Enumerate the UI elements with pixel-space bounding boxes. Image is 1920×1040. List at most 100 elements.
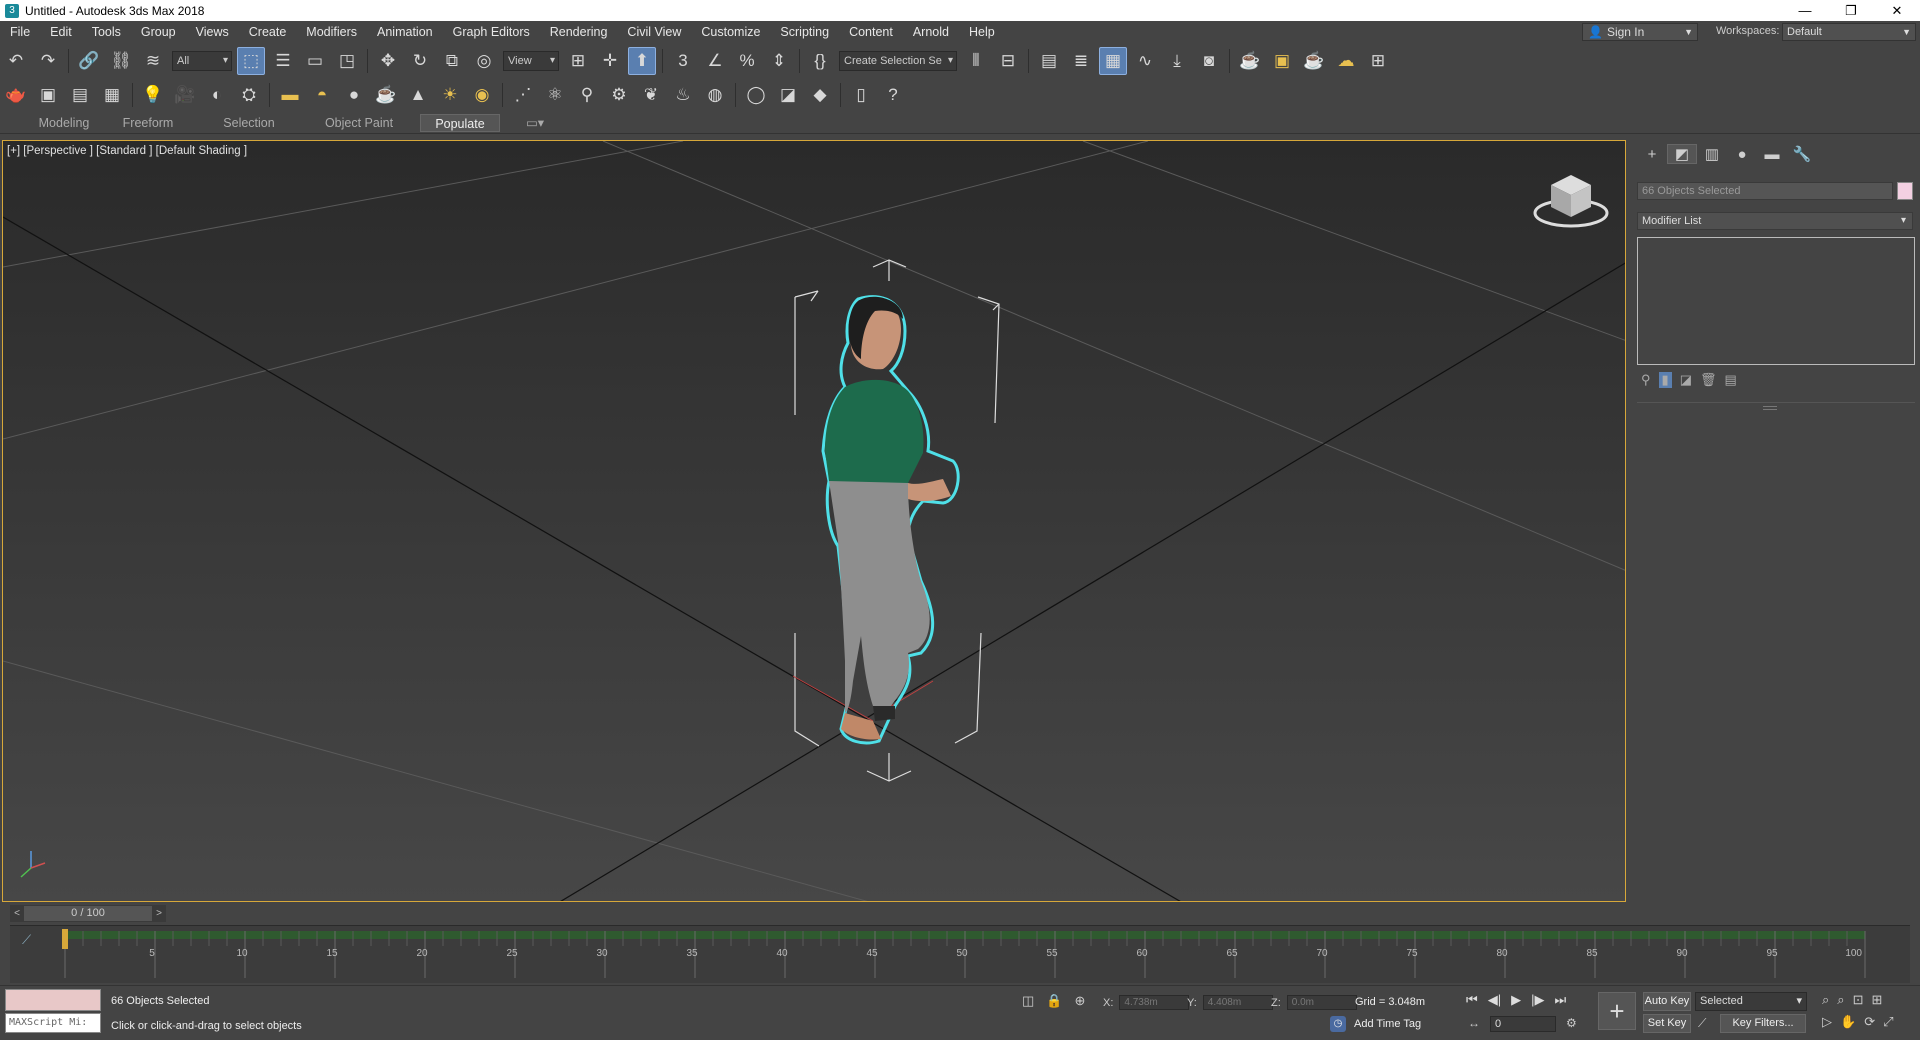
- open-a360-gallery-icon[interactable]: ⊞: [1364, 47, 1392, 75]
- menu-help[interactable]: Help: [959, 25, 1005, 39]
- material-editor-icon[interactable]: ◙: [1195, 47, 1223, 75]
- menu-arnold[interactable]: Arnold: [903, 25, 959, 39]
- select-by-name-icon[interactable]: ☰: [269, 47, 297, 75]
- menu-customize[interactable]: Customize: [691, 25, 770, 39]
- select-object-icon[interactable]: ⬚: [237, 47, 265, 75]
- select-and-rotate-icon[interactable]: ↻: [406, 47, 434, 75]
- modifier-stack[interactable]: [1637, 237, 1915, 365]
- menu-graph-editors[interactable]: Graph Editors: [443, 25, 540, 39]
- render-frame-icon[interactable]: ▣: [34, 81, 62, 109]
- undo-icon[interactable]: ↶: [2, 47, 30, 75]
- time-slider[interactable]: < 0 / 100 >: [10, 905, 166, 922]
- perspective-viewport[interactable]: [+] [Perspective ] [Standard ] [Default …: [2, 140, 1626, 902]
- set-key-button[interactable]: Set Key: [1643, 1014, 1691, 1033]
- help-icon[interactable]: ?: [879, 81, 907, 109]
- current-frame-marker[interactable]: [62, 929, 68, 949]
- previous-frame-icon[interactable]: ◀|: [1488, 992, 1501, 1008]
- teapot-primitive-icon[interactable]: ☕: [372, 81, 400, 109]
- helper-icon[interactable]: ◐: [203, 81, 231, 109]
- menu-scripting[interactable]: Scripting: [770, 25, 839, 39]
- select-and-move-icon[interactable]: ✥: [374, 47, 402, 75]
- render-to-texture-icon[interactable]: ◪: [774, 81, 802, 109]
- z-field[interactable]: 0.0m: [1286, 995, 1357, 1010]
- percent-snap-icon[interactable]: %: [733, 47, 761, 75]
- bind-to-space-warp-icon[interactable]: ≋: [139, 47, 167, 75]
- document-icon[interactable]: ▯: [847, 81, 875, 109]
- select-manipulate-icon[interactable]: ✛: [596, 47, 624, 75]
- align-icon[interactable]: ⊟: [994, 47, 1022, 75]
- menu-modifiers[interactable]: Modifiers: [296, 25, 367, 39]
- tab-modeling[interactable]: Modeling: [28, 114, 100, 132]
- isolate-selection-icon[interactable]: ◫: [1022, 993, 1034, 1009]
- motion-tab-icon[interactable]: ●: [1727, 146, 1757, 163]
- panel-grip-handle[interactable]: [1763, 406, 1777, 410]
- scene-explorer-icon[interactable]: ▤: [1035, 47, 1063, 75]
- auto-key-button[interactable]: Auto Key: [1643, 992, 1691, 1011]
- current-frame-field[interactable]: 0: [1490, 1016, 1556, 1032]
- tab-object-paint[interactable]: Object Paint: [314, 114, 404, 132]
- mirror-icon[interactable]: ⫴: [962, 47, 990, 75]
- sun-icon[interactable]: ☀: [436, 81, 464, 109]
- curve-editor-icon[interactable]: ∿: [1131, 47, 1159, 75]
- default-in-out-tangents-icon[interactable]: ⟋: [1698, 1016, 1706, 1031]
- track-bar[interactable]: ⟋ 5 10 15 20 25 30 35 40 45 50 55 60 65 70 75 80 85 90 95 1…: [10, 925, 1910, 983]
- absolute-mode-icon[interactable]: ⊕: [1074, 993, 1085, 1009]
- character-figure[interactable]: [821, 295, 960, 745]
- hierarchy-tab-icon[interactable]: ▥: [1697, 145, 1727, 163]
- render-production-icon[interactable]: ☕: [1300, 47, 1328, 75]
- zoom-extents-all-icon[interactable]: ⊞: [1871, 992, 1882, 1008]
- particle-flow-icon[interactable]: ⛭: [235, 81, 263, 109]
- layer-manager-icon[interactable]: ▤: [66, 81, 94, 109]
- maxscript-mini-listener[interactable]: MAXScript Mi:: [5, 1013, 101, 1033]
- play-icon[interactable]: ▶: [1511, 992, 1521, 1008]
- viewcube-icon[interactable]: [1533, 175, 1609, 228]
- set-keys-button[interactable]: +: [1598, 992, 1636, 1030]
- selection-filter-dropdown[interactable]: All: [172, 51, 232, 71]
- create-tab-icon[interactable]: +: [1637, 146, 1667, 163]
- go-to-start-icon[interactable]: ⏮: [1466, 992, 1478, 1008]
- select-and-scale-icon[interactable]: ⧉: [438, 47, 466, 75]
- minimize-button[interactable]: —: [1782, 3, 1828, 19]
- time-slider-value[interactable]: 0 / 100: [24, 906, 152, 921]
- time-slider-next[interactable]: >: [152, 908, 166, 919]
- close-button[interactable]: ✕: [1874, 3, 1920, 19]
- restore-button[interactable]: ❐: [1828, 3, 1874, 19]
- viewport-label[interactable]: [+] [Perspective ] [Standard ] [Default …: [7, 145, 247, 157]
- next-frame-icon[interactable]: |▶: [1531, 992, 1544, 1008]
- angle-snap-icon[interactable]: ∠: [701, 47, 729, 75]
- named-selection-set-dropdown[interactable]: Create Selection Se: [839, 51, 957, 71]
- pan-view-icon[interactable]: ✋: [1840, 1014, 1856, 1030]
- select-and-place-icon[interactable]: ◎: [470, 47, 498, 75]
- hair-fur-icon[interactable]: ♨: [669, 81, 697, 109]
- render-in-cloud-icon[interactable]: ☁: [1332, 47, 1360, 75]
- hemisphere-icon[interactable]: ◓: [308, 81, 336, 109]
- pivot-point-center-icon[interactable]: ⊞: [564, 47, 592, 75]
- sign-in-button[interactable]: 👤 Sign In ▼: [1582, 23, 1698, 41]
- key-filters-button[interactable]: Key Filters...: [1720, 1014, 1806, 1033]
- keyboard-shortcut-override-icon[interactable]: ⬆: [628, 47, 656, 75]
- object-color-swatch[interactable]: [1897, 182, 1913, 200]
- key-mode-toggle-icon[interactable]: ↔: [1468, 1016, 1480, 1030]
- menu-animation[interactable]: Animation: [367, 25, 443, 39]
- zoom-all-icon[interactable]: ⌕: [1837, 992, 1844, 1008]
- time-slider-prev[interactable]: <: [10, 908, 24, 919]
- tab-selection[interactable]: Selection: [212, 114, 286, 132]
- object-name-field[interactable]: 66 Objects Selected: [1637, 182, 1893, 200]
- rectangular-selection-region-icon[interactable]: ▭: [301, 47, 329, 75]
- snaps-toggle-icon[interactable]: 3: [669, 47, 697, 75]
- rendered-frame-window-icon[interactable]: ▣: [1268, 47, 1296, 75]
- window-crossing-icon[interactable]: ◳: [333, 47, 361, 75]
- camera-icon[interactable]: 🎥: [171, 81, 199, 109]
- geosphere-icon[interactable]: ◉: [468, 81, 496, 109]
- configure-modifier-sets-icon[interactable]: ▤: [1725, 372, 1737, 388]
- box-icon[interactable]: ▬: [276, 81, 304, 109]
- orbit-icon[interactable]: ⟳: [1864, 1014, 1875, 1030]
- schematic-view-icon[interactable]: ⤓: [1163, 47, 1191, 75]
- menu-edit[interactable]: Edit: [40, 25, 82, 39]
- toggle-ribbon-icon[interactable]: ▦: [1099, 47, 1127, 75]
- menu-tools[interactable]: Tools: [82, 25, 131, 39]
- add-time-tag-button[interactable]: ◷ Add Time Tag: [1330, 1016, 1421, 1032]
- tab-populate[interactable]: Populate: [420, 114, 500, 132]
- molecule-icon[interactable]: ⚛: [541, 81, 569, 109]
- show-end-result-icon[interactable]: ▮: [1658, 372, 1672, 388]
